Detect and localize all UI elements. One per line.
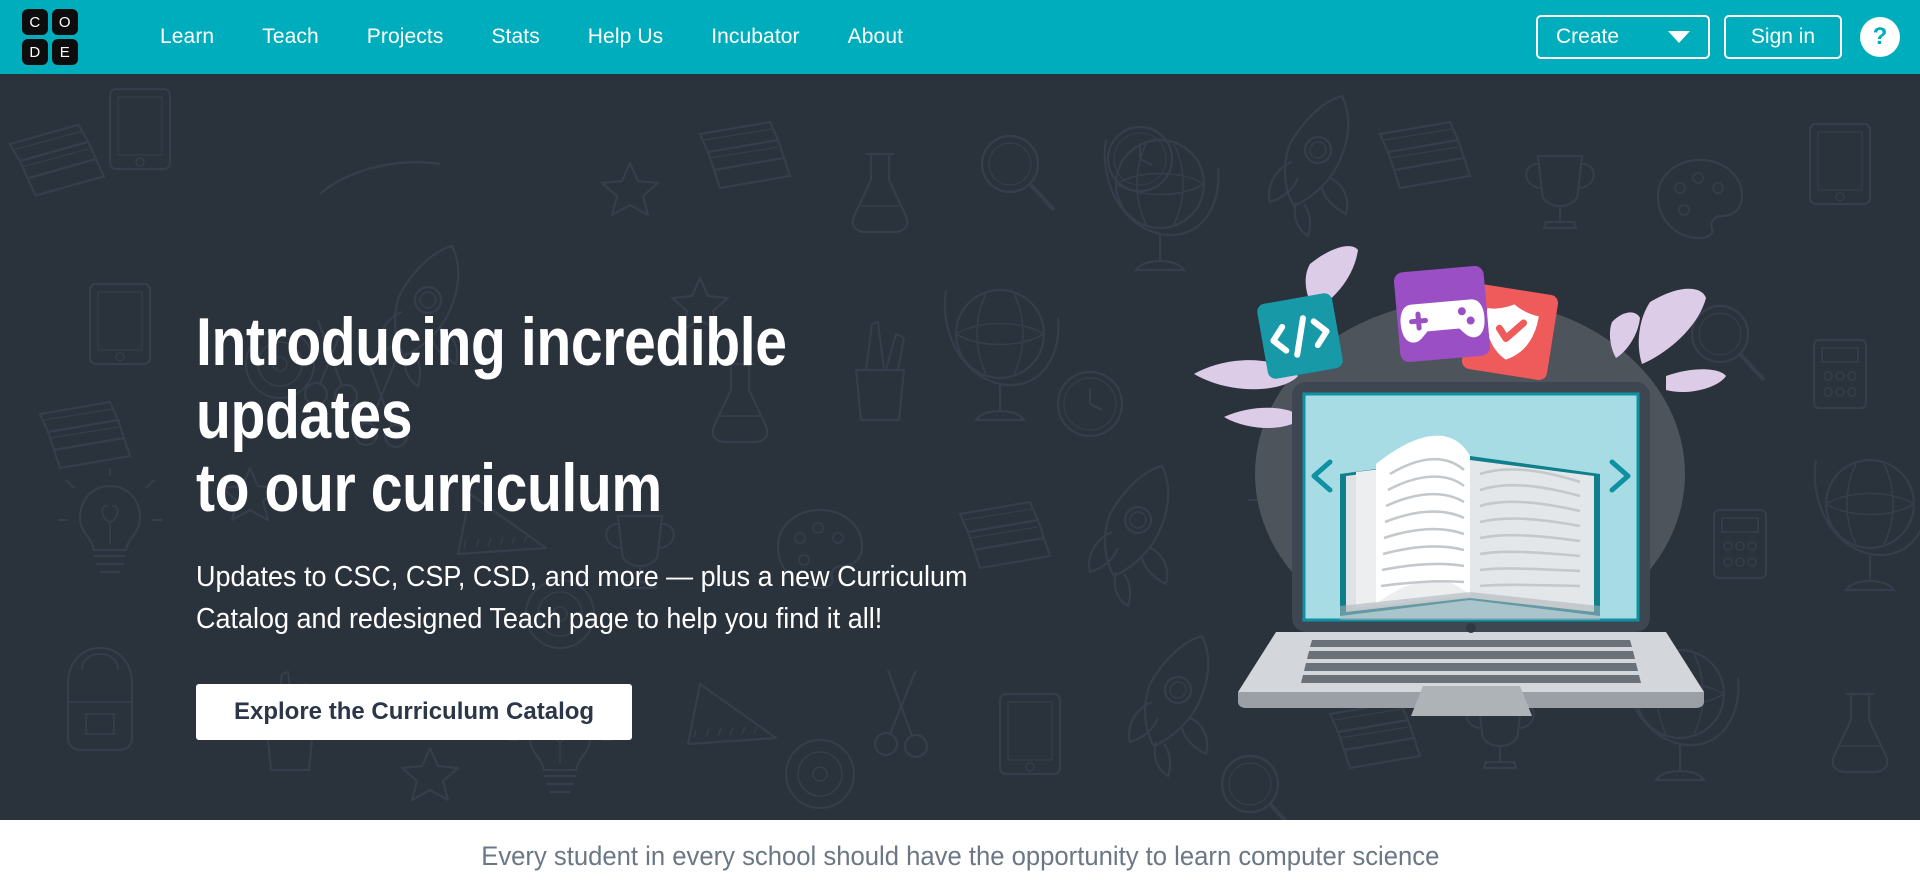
nav-item-teach[interactable]: Teach [238,25,343,49]
laptop-hinge-dot [1466,623,1476,633]
create-button[interactable]: Create [1536,15,1710,59]
main-navigation: Learn Teach Projects Stats Help Us Incub… [136,25,927,49]
create-button-label: Create [1556,25,1620,48]
laptop-with-open-book-illustration [1194,246,1726,716]
hero-banner: Introducing incredible updates to our cu… [0,74,1920,820]
nav-item-incubator[interactable]: Incubator [687,25,823,49]
help-button[interactable]: ? [1860,17,1900,57]
code-card-icon [1257,293,1343,379]
question-mark-icon: ? [1872,23,1888,50]
nav-item-projects[interactable]: Projects [343,25,468,49]
logo-tile-o: O [52,9,78,35]
hero-subtitle: Updates to CSC, CSP, CSD, and more — plu… [196,561,968,636]
header-actions: Create Sign in ? [1536,0,1900,74]
tagline-bar: Every student in every school should hav… [0,820,1920,893]
gamepad-card-icon [1393,265,1491,363]
hero-copy: Introducing incredible updates to our cu… [196,304,1126,741]
nav-item-learn[interactable]: Learn [136,25,238,49]
hero-title: Introducing incredible updates to our cu… [196,304,787,526]
tagline-text: Every student in every school should hav… [480,841,1440,871]
nav-item-about[interactable]: About [824,25,927,49]
sign-in-button[interactable]: Sign in [1724,15,1842,59]
caret-down-icon [1668,31,1690,43]
logo-tile-c: C [22,9,48,35]
nav-item-stats[interactable]: Stats [467,25,563,49]
site-header: C O D E Learn Teach Projects Stats Help … [0,0,1920,74]
laptop-trackpad [1411,686,1532,716]
logo-tile-d: D [22,39,48,65]
code-org-logo[interactable]: C O D E [22,9,78,65]
logo-tile-e: E [52,39,78,65]
nav-item-help-us[interactable]: Help Us [564,25,687,49]
explore-curriculum-catalog-button[interactable]: Explore the Curriculum Catalog [196,684,633,741]
